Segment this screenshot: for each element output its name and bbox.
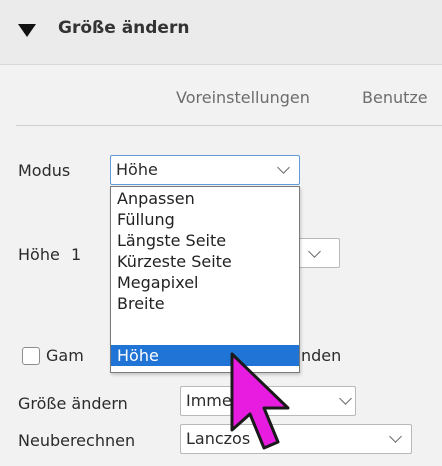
separator <box>16 125 442 126</box>
panel-title: Größe ändern <box>58 18 190 38</box>
option-megapixel[interactable]: Megapixel <box>111 272 299 293</box>
option-kuerzeste-seite[interactable]: Kürzeste Seite <box>111 251 299 272</box>
option-anpassen[interactable]: Anpassen <box>111 188 299 209</box>
mode-select-value: Höhe <box>116 160 158 179</box>
gamma-checkbox[interactable] <box>22 347 40 365</box>
collapse-triangle-icon[interactable] <box>18 24 36 37</box>
presets-label: Voreinstellungen <box>176 88 310 107</box>
chevron-down-icon <box>277 161 290 174</box>
height-label: Höhe <box>18 245 60 264</box>
gamma-label-start: Gam <box>46 346 84 365</box>
gamma-label-end: nden <box>301 346 342 365</box>
option-laengste-seite[interactable]: Längste Seite <box>111 230 299 251</box>
height-unit-select[interactable] <box>296 238 340 268</box>
mode-dropdown-list[interactable]: Anpassen Füllung Längste Seite Kürzeste … <box>110 186 300 373</box>
mode-select[interactable]: Höhe <box>110 155 300 185</box>
chevron-down-icon <box>308 245 321 258</box>
chevron-down-icon <box>339 392 352 405</box>
mouse-pointer-icon <box>230 352 290 450</box>
height-value[interactable]: 1 <box>71 245 81 264</box>
resize-when-label: Größe ändern <box>18 394 128 413</box>
option-fuellung[interactable]: Füllung <box>111 209 299 230</box>
panel-header[interactable]: Größe ändern <box>0 0 442 65</box>
resize-when-value: Imme <box>186 391 232 410</box>
chevron-down-icon <box>389 430 402 443</box>
option-breite[interactable]: Breite <box>111 293 299 314</box>
mode-label: Modus <box>18 161 71 180</box>
resample-label: Neuberechnen <box>18 431 136 450</box>
presets-select[interactable]: Benutze <box>362 88 428 107</box>
